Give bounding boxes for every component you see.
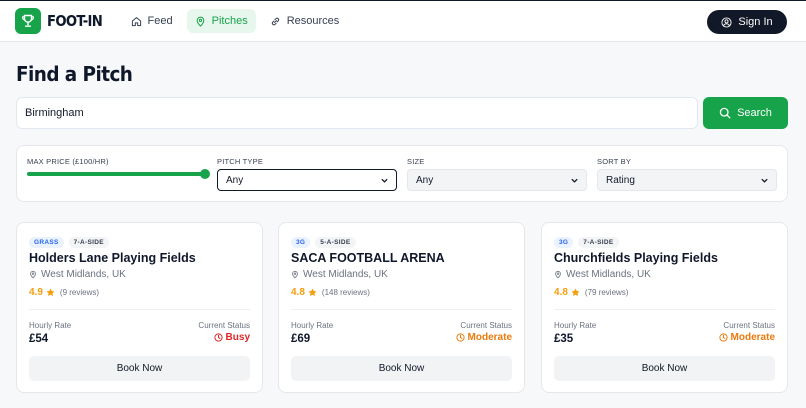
- status-label: Current Status: [460, 321, 512, 330]
- size-select[interactable]: Any: [407, 169, 587, 191]
- hourly-rate-label: Hourly Rate: [554, 321, 597, 330]
- max-price-label: MAX PRICE (£100/HR): [27, 157, 109, 166]
- rating-value: 4.9: [29, 287, 43, 298]
- status-value: Busy: [225, 332, 250, 343]
- size-badge: 7-A-SIDE: [68, 237, 109, 248]
- search-button-label: Search: [737, 107, 772, 119]
- rating-value: 4.8: [291, 287, 305, 298]
- surface-badge: 3G: [291, 237, 311, 248]
- map-pin-icon: [196, 16, 204, 27]
- nav-label: Feed: [147, 15, 173, 27]
- pitch-type-value: Any: [226, 174, 244, 186]
- star-icon: [308, 288, 317, 297]
- slider-handle[interactable]: [200, 169, 210, 179]
- pitch-location: West Midlands, UK: [41, 269, 126, 280]
- status-badge: Moderate: [455, 332, 512, 343]
- surface-badge: GRASS: [29, 237, 64, 248]
- divider: [29, 309, 250, 310]
- status-badge: Moderate: [718, 332, 775, 343]
- home-icon: [131, 16, 141, 26]
- map-pin-icon: [30, 270, 36, 279]
- status-value: Moderate: [467, 332, 512, 343]
- pitch-location: West Midlands, UK: [303, 269, 388, 280]
- map-pin-icon: [555, 270, 561, 279]
- status-label: Current Status: [723, 321, 775, 330]
- main-nav: Feed Pitches Resources: [123, 9, 348, 33]
- clock-icon: [718, 333, 728, 342]
- chevron-down-icon: [761, 178, 768, 183]
- pitch-name: SACA FOOTBALL ARENA: [291, 251, 445, 265]
- pitch-type-select[interactable]: Any: [217, 169, 397, 191]
- size-label: SIZE: [407, 157, 425, 166]
- status-badge: Busy: [213, 332, 250, 343]
- logo[interactable]: FOOT-IN: [15, 8, 110, 34]
- filters-panel: MAX PRICE (£100/HR) PITCH TYPE Any SIZE …: [16, 145, 788, 202]
- pitch-card: 3G 5-A-SIDE SACA FOOTBALL ARENA West Mid…: [278, 222, 525, 393]
- nav-item-pitches[interactable]: Pitches: [186, 9, 256, 33]
- sign-in-button[interactable]: Sign In: [707, 10, 787, 34]
- pitch-name: Churchfields Playing Fields: [554, 251, 718, 265]
- surface-badge: 3G: [554, 237, 574, 248]
- user-circle-icon: [721, 16, 732, 28]
- pitch-card: 3G 7-A-SIDE Churchfields Playing Fields …: [541, 222, 788, 393]
- status-label: Current Status: [198, 321, 250, 330]
- size-badge: 5-A-SIDE: [315, 237, 356, 248]
- chevron-down-icon: [571, 178, 578, 183]
- map-pin-icon: [292, 270, 298, 279]
- nav-label: Resources: [286, 15, 340, 27]
- divider: [291, 309, 512, 310]
- divider: [554, 309, 775, 310]
- hourly-rate-label: Hourly Rate: [291, 321, 334, 330]
- pitch-type-label: PITCH TYPE: [217, 157, 264, 166]
- size-badge: 7-A-SIDE: [578, 237, 619, 248]
- sort-by-select[interactable]: Rating: [597, 169, 777, 191]
- star-icon: [46, 288, 55, 297]
- hourly-rate-label: Hourly Rate: [29, 321, 72, 330]
- pitch-card: GRASS 7-A-SIDE Holders Lane Playing Fiel…: [16, 222, 263, 393]
- clock-icon: [455, 333, 465, 342]
- search-button[interactable]: Search: [703, 97, 788, 129]
- review-count: (9 reviews): [59, 288, 100, 297]
- sign-in-label: Sign In: [738, 16, 773, 28]
- book-now-button[interactable]: Book Now: [554, 356, 775, 381]
- pitch-location: West Midlands, UK: [566, 269, 651, 280]
- review-count: (79 reviews): [584, 288, 629, 297]
- top-nav-bar: FOOT-IN Feed Pitches Resources Sign In: [0, 1, 806, 42]
- search-input[interactable]: [16, 97, 698, 129]
- chevron-down-icon: [381, 178, 388, 183]
- status-value: Moderate: [730, 332, 775, 343]
- rating-value: 4.8: [554, 287, 568, 298]
- star-icon: [571, 288, 580, 297]
- app-name: FOOT-IN: [47, 12, 103, 30]
- hourly-rate-value: £69: [291, 333, 311, 345]
- nav-item-feed[interactable]: Feed: [123, 9, 181, 33]
- clock-icon: [213, 333, 223, 342]
- nav-item-resources[interactable]: Resources: [262, 9, 348, 33]
- link-icon: [271, 17, 279, 25]
- trophy-icon: [15, 8, 41, 34]
- sort-by-label: SORT BY: [597, 157, 632, 166]
- book-now-button[interactable]: Book Now: [291, 356, 512, 381]
- search-icon: [719, 107, 731, 119]
- nav-label: Pitches: [211, 15, 248, 27]
- page-title: Find a Pitch: [16, 62, 133, 86]
- book-now-button[interactable]: Book Now: [29, 356, 250, 381]
- pitch-name: Holders Lane Playing Fields: [29, 251, 196, 265]
- sort-by-value: Rating: [606, 174, 635, 186]
- review-count: (148 reviews): [321, 288, 370, 297]
- size-value: Any: [416, 174, 434, 186]
- hourly-rate-value: £35: [554, 333, 574, 345]
- max-price-slider[interactable]: [27, 169, 210, 179]
- hourly-rate-value: £54: [29, 333, 49, 345]
